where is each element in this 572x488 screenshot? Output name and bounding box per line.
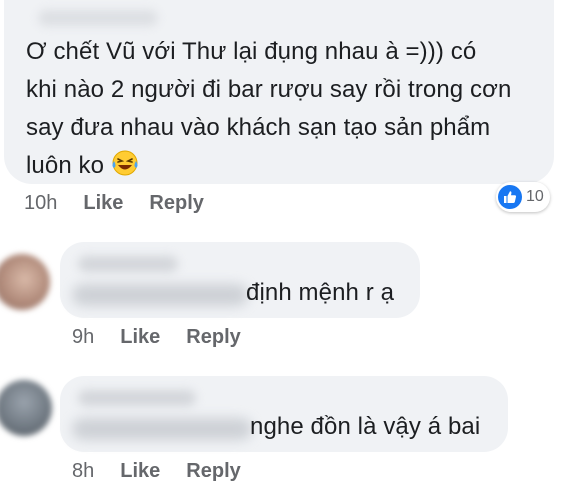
comment-actions-3: 8h Like Reply bbox=[72, 460, 267, 483]
comment-text-line-4: luôn ko bbox=[26, 148, 139, 184]
comment-text: nghe đồn là vậy á bai bbox=[250, 413, 481, 440]
comment-bubble-3: nghe đồn là vậy á bai bbox=[60, 376, 508, 452]
commenter-name-redacted bbox=[38, 10, 158, 26]
comment-timestamp[interactable]: 9h bbox=[72, 326, 94, 349]
comment-actions-2: 9h Like Reply bbox=[72, 326, 267, 349]
comment-text-line-3: say đưa nhau vào khách sạn tạo sản phẩm bbox=[26, 114, 491, 141]
like-button[interactable]: Like bbox=[83, 192, 123, 215]
reply-button[interactable]: Reply bbox=[149, 192, 203, 215]
reply-button[interactable]: Reply bbox=[186, 326, 240, 349]
comment-text-redacted bbox=[72, 418, 252, 440]
comment-timestamp[interactable]: 10h bbox=[24, 192, 57, 215]
like-button[interactable]: Like bbox=[120, 326, 160, 349]
comment-bubble-2: định mệnh r ạ bbox=[60, 242, 420, 318]
comment-actions-1: 10h Like Reply bbox=[24, 192, 230, 215]
comment-text-redacted bbox=[72, 284, 248, 306]
commenter-name-redacted bbox=[78, 390, 196, 406]
reply-button[interactable]: Reply bbox=[186, 460, 240, 483]
comment-text-line-4-label: luôn ko bbox=[26, 152, 105, 179]
thumbs-up-icon bbox=[498, 185, 522, 209]
avatar[interactable] bbox=[0, 380, 52, 436]
commenter-name-redacted bbox=[78, 256, 178, 272]
laughing-tears-emoji-icon bbox=[112, 150, 138, 176]
reaction-count: 10 bbox=[526, 188, 544, 205]
avatar[interactable] bbox=[0, 254, 50, 310]
like-button[interactable]: Like bbox=[120, 460, 160, 483]
comment-text-line-2: khi nào 2 người đi bar rượu say rồi tron… bbox=[26, 76, 512, 103]
comment-bubble-1: Ơ chết Vũ với Thư lại đụng nhau à =))) c… bbox=[4, 0, 554, 184]
comment-text-line-1: Ơ chết Vũ với Thư lại đụng nhau à =))) c… bbox=[26, 38, 477, 65]
comment-timestamp[interactable]: 8h bbox=[72, 460, 94, 483]
reaction-summary[interactable]: 10 bbox=[496, 182, 550, 212]
comment-text: định mệnh r ạ bbox=[246, 279, 395, 306]
